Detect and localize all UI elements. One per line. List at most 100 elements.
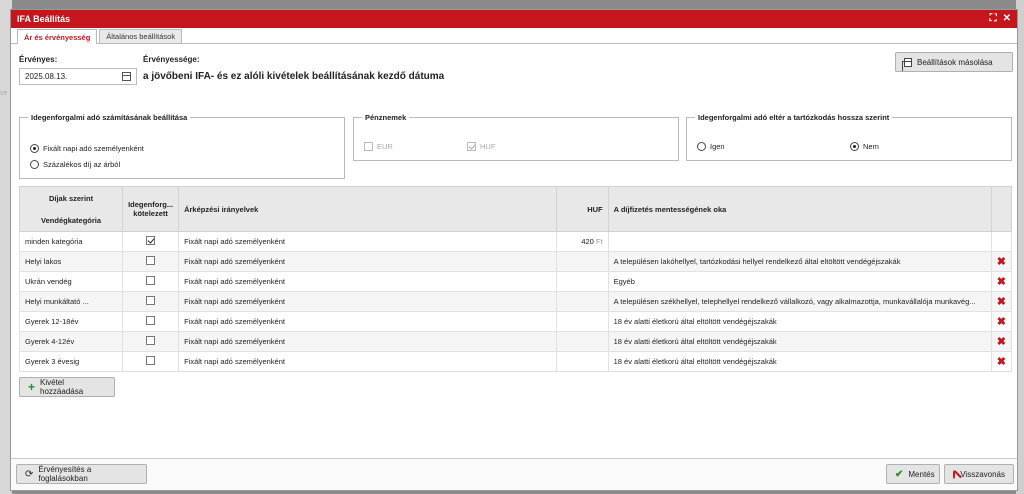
cell-pricing[interactable]: Fixált napi adó személyenként xyxy=(178,271,558,292)
cell-pricing[interactable]: Fixált napi adó személyenként xyxy=(178,251,558,272)
cell-required[interactable] xyxy=(122,311,180,332)
radio-no[interactable]: Nem xyxy=(850,142,879,151)
cell-required[interactable] xyxy=(122,251,180,272)
cell-required[interactable] xyxy=(122,351,180,372)
calendar-icon[interactable] xyxy=(122,72,131,81)
validate-in-bookings-button[interactable]: ⟳ Érvényesítés a foglalásokban xyxy=(16,464,147,484)
radio-percentage[interactable]: Százalékos díj az árból xyxy=(30,160,120,169)
table-row[interactable]: Ukrán vendég Fixált napi adó személyenké… xyxy=(18,271,1013,292)
delete-row-icon[interactable]: ✖ xyxy=(990,311,1013,332)
cell-pricing[interactable]: Fixált napi adó személyenként xyxy=(178,311,558,332)
amount-unit: Ft xyxy=(595,237,603,246)
table-row[interactable]: Gyerek 3 évesig Fixált napi adó személye… xyxy=(18,351,1013,372)
cell-category[interactable]: Gyerek 4-12év xyxy=(18,331,124,352)
required-checkbox[interactable] xyxy=(146,276,156,285)
header-pricing[interactable]: Árképzési irányelvek xyxy=(178,186,558,232)
cancel-label: Visszavonás xyxy=(960,469,1005,479)
add-exception-button[interactable]: + Kivétel hozzáadása xyxy=(19,377,115,397)
check-icon: ✔ xyxy=(895,468,904,480)
table-row[interactable]: Helyi munkáltató ... Fixált napi adó sze… xyxy=(18,291,1013,312)
radio-percentage-label: Százalékos díj az árból xyxy=(43,160,121,169)
cell-required[interactable] xyxy=(122,291,180,312)
cell-amount[interactable]: 420 Ft xyxy=(556,231,609,252)
cell-category[interactable]: minden kategória xyxy=(18,231,124,252)
delete-row-icon[interactable]: ✖ xyxy=(990,251,1013,272)
required-checkbox[interactable] xyxy=(146,256,156,265)
close-icon[interactable]: ✕ xyxy=(1003,14,1011,24)
required-checkbox[interactable] xyxy=(146,336,156,345)
checkbox-huf-control[interactable] xyxy=(467,142,476,151)
header-category-group: Díjak szerint xyxy=(48,193,94,203)
stay-length-group: Idegenforgalmi adó eltér a tartózkodás h… xyxy=(686,113,1012,161)
cell-amount[interactable] xyxy=(556,311,609,332)
delete-row-icon[interactable]: ✖ xyxy=(990,271,1013,292)
cell-reason[interactable]: A településen lakóhellyel, tartózkodási … xyxy=(607,251,992,272)
cell-category[interactable]: Helyi lakos xyxy=(18,251,124,272)
delete-row-icon[interactable]: ✖ xyxy=(990,331,1013,352)
maximize-icon[interactable]: ⛶ xyxy=(990,14,997,24)
radio-yes-control[interactable] xyxy=(697,142,706,151)
cancel-button[interactable]: Visszavonás xyxy=(944,464,1014,484)
cell-amount[interactable] xyxy=(556,271,609,292)
cell-category[interactable]: Gyerek 12-18év xyxy=(18,311,124,332)
cell-category[interactable]: Gyerek 3 évesig xyxy=(18,351,124,372)
save-button[interactable]: ✔ Mentés xyxy=(886,464,940,484)
cell-reason[interactable]: A településen székhellyel, telephellyel … xyxy=(607,291,992,312)
cell-category[interactable]: Helyi munkáltató ... xyxy=(18,291,124,312)
tab-price-validity[interactable]: Ár és érvényesség xyxy=(17,29,98,44)
required-checkbox[interactable] xyxy=(146,296,156,305)
cell-pricing[interactable]: Fixált napi adó személyenként xyxy=(178,291,558,312)
ifa-settings-dialog: IFA Beállítás ⛶ ✕ Ár és érvényesség Álta… xyxy=(10,9,1018,491)
required-checkbox[interactable] xyxy=(146,316,156,325)
radio-yes[interactable]: Igen xyxy=(697,142,725,151)
cell-reason[interactable]: 18 év alatti életkorú által eltöltött ve… xyxy=(607,331,992,352)
tab-general-settings[interactable]: Általános beállítások xyxy=(99,29,183,43)
header-category[interactable]: Díjak szerint Vendégkategória xyxy=(18,186,124,232)
cell-reason[interactable]: Egyéb xyxy=(607,271,992,292)
cell-reason[interactable] xyxy=(607,231,992,252)
header-huf[interactable]: HUF xyxy=(556,186,609,232)
checkbox-huf[interactable]: HUF xyxy=(467,142,495,151)
table-row[interactable]: Gyerek 4-12év Fixált napi adó személyenk… xyxy=(18,331,1013,352)
table-row[interactable]: minden kategória Fixált napi adó személy… xyxy=(18,231,1013,252)
plus-icon: + xyxy=(28,380,36,394)
cell-amount[interactable] xyxy=(556,351,609,372)
table-row[interactable]: Gyerek 12-18év Fixált napi adó személyen… xyxy=(18,311,1013,332)
table-row[interactable]: Helyi lakos Fixált napi adó személyenkén… xyxy=(18,251,1013,272)
cell-category[interactable]: Ukrán vendég xyxy=(18,271,124,292)
delete-row-icon[interactable]: ✖ xyxy=(990,291,1013,312)
delete-row-icon[interactable]: ✖ xyxy=(990,351,1013,372)
radio-fixed-daily[interactable]: Fixált napi adó személyenként xyxy=(30,144,144,153)
copy-settings-button[interactable]: Beállítások másolása xyxy=(895,52,1013,72)
cell-pricing[interactable]: Fixált napi adó személyenként xyxy=(178,351,558,372)
cell-reason[interactable]: 18 év alatti életkorú által eltöltött ve… xyxy=(607,311,992,332)
checkbox-eur[interactable]: EUR xyxy=(364,142,393,151)
cell-amount[interactable] xyxy=(556,291,609,312)
refresh-icon: ⟳ xyxy=(25,468,34,480)
checkbox-eur-control[interactable] xyxy=(364,142,373,151)
valid-from-label: Érvényes: xyxy=(19,55,58,64)
radio-no-control[interactable] xyxy=(850,142,859,151)
header-required[interactable]: Idegenforg... kötelezett xyxy=(122,186,180,232)
background-ghost-text: ve xyxy=(0,90,8,97)
required-checkbox[interactable] xyxy=(146,236,156,245)
cell-reason[interactable]: 18 év alatti életkorú által eltöltött ve… xyxy=(607,351,992,372)
cell-amount[interactable] xyxy=(556,251,609,272)
radio-percentage-control[interactable] xyxy=(30,160,39,169)
cell-pricing[interactable]: Fixált napi adó személyenként xyxy=(178,231,558,252)
cell-pricing[interactable]: Fixált napi adó személyenként xyxy=(178,331,558,352)
header-category-label: Vendégkategória xyxy=(41,215,102,225)
required-checkbox[interactable] xyxy=(146,356,156,365)
save-label: Mentés xyxy=(908,469,935,479)
valid-from-date-input[interactable]: 2025.08.13. xyxy=(19,68,137,85)
header-reason[interactable]: A díjfizetés mentességének oka xyxy=(607,186,992,232)
radio-fixed-daily-control[interactable] xyxy=(30,144,39,153)
valid-from-date-value: 2025.08.13. xyxy=(25,72,68,81)
cell-required[interactable] xyxy=(122,331,180,352)
stay-length-legend: Idegenforgalmi adó eltér a tartózkodás h… xyxy=(698,113,890,122)
cancel-icon xyxy=(953,469,956,479)
cell-required[interactable] xyxy=(122,271,180,292)
cell-amount[interactable] xyxy=(556,331,609,352)
dialog-titlebar[interactable]: IFA Beállítás ⛶ ✕ xyxy=(11,10,1017,28)
cell-required[interactable] xyxy=(122,231,180,252)
